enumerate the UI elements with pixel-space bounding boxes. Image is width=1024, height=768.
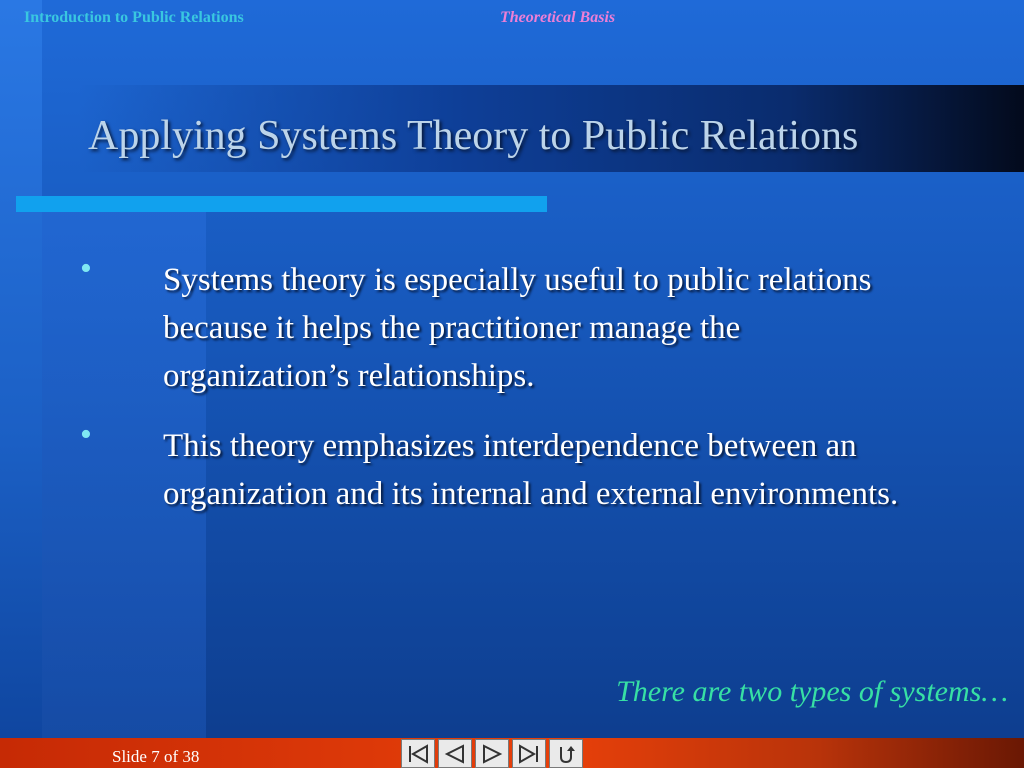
bullet-list: • Systems theory is especially useful to… xyxy=(80,252,900,540)
return-icon xyxy=(560,745,575,763)
first-slide-button[interactable] xyxy=(401,739,435,768)
bullet-dot-icon: • xyxy=(80,250,92,287)
next-slide-button[interactable] xyxy=(475,739,509,768)
bullet-dot-icon: • xyxy=(80,416,92,453)
bullet-item: • This theory emphasizes interdependence… xyxy=(80,418,900,518)
slide-title: Applying Systems Theory to Public Relati… xyxy=(88,113,859,159)
last-slide-button[interactable] xyxy=(512,739,546,768)
last-slide-icon xyxy=(519,743,538,764)
course-title: Introduction to Public Relations xyxy=(24,9,244,26)
slide-counter: Slide 7 of 38 xyxy=(112,747,200,766)
section-title: Theoretical Basis xyxy=(500,9,616,26)
title-underline-bar xyxy=(16,196,547,212)
next-slide-icon xyxy=(483,743,503,764)
slide-navigation xyxy=(401,739,583,768)
first-slide-icon xyxy=(409,743,428,764)
left-decor-stripe xyxy=(0,0,42,738)
return-button[interactable] xyxy=(549,739,583,768)
bullet-item: • Systems theory is especially useful to… xyxy=(80,252,900,400)
bullet-text: This theory emphasizes interdependence b… xyxy=(163,428,899,512)
previous-slide-icon xyxy=(444,743,464,764)
previous-slide-button[interactable] xyxy=(438,739,472,768)
bullet-text: Systems theory is especially useful to p… xyxy=(163,262,872,394)
next-slide-hint: There are two types of systems… xyxy=(616,675,1008,708)
